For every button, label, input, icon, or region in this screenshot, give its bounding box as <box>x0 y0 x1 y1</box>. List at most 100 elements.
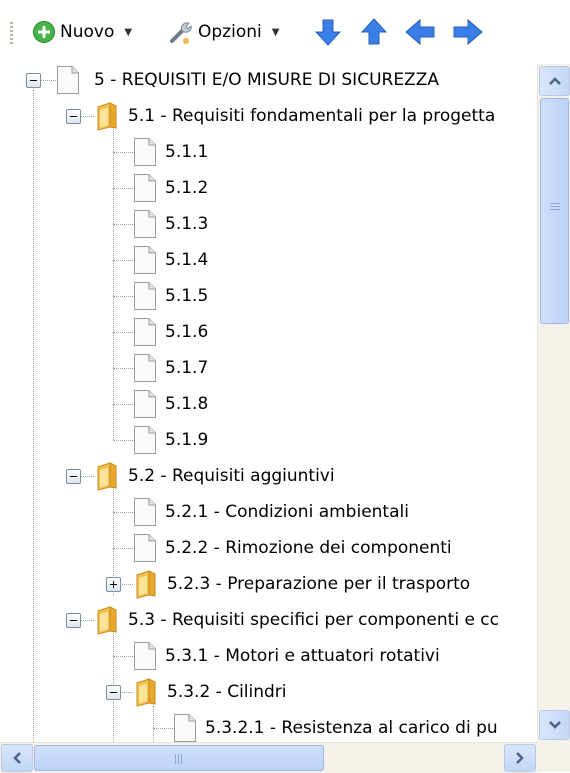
scroll-left-button[interactable] <box>1 744 33 772</box>
document-icon <box>134 246 156 274</box>
tree-node-label: 5.1.7 <box>165 358 209 378</box>
chevron-down-icon <box>548 721 561 729</box>
document-icon <box>134 390 156 418</box>
chevron-right-icon <box>516 752 524 764</box>
wrench-icon <box>170 22 192 44</box>
chevron-up-icon <box>548 77 561 85</box>
scroll-right-button[interactable] <box>504 744 536 772</box>
tree-connector <box>120 692 133 693</box>
document-icon <box>57 66 79 94</box>
tree-node-5-3-2-1[interactable]: 5.3.2.1 - Resistenza al carico di pu <box>173 710 498 744</box>
tree-node-5-2-1[interactable]: 5.2.1 - Condizioni ambientali <box>133 494 409 530</box>
move-up-button[interactable] <box>356 14 392 50</box>
tree-node-label: 5.2.1 - Condizioni ambientali <box>165 502 409 522</box>
vertical-scrollbar[interactable] <box>537 64 570 742</box>
tree-node-5-1-3[interactable]: 5.1.3 <box>133 206 208 242</box>
arrow-right-icon <box>453 18 483 46</box>
options-button-label: Opzioni <box>198 22 262 42</box>
tree-node-5-1-1[interactable]: 5.1.1 <box>133 134 208 170</box>
plus-circle-icon <box>33 21 55 43</box>
document-icon <box>134 498 156 526</box>
tree-connector <box>113 126 114 440</box>
document-icon <box>134 534 156 562</box>
tree-panel: 5 - REQUISITI E/O MISURE DI SICUREZZA 5.… <box>0 64 570 773</box>
folder-icon <box>97 606 117 635</box>
scrollbar-corner <box>537 742 570 772</box>
tree-node-5-1-4[interactable]: 5.1.4 <box>133 242 208 278</box>
new-dropdown-icon[interactable]: ▼ <box>124 27 132 38</box>
arrow-left-icon <box>405 18 435 46</box>
new-button-label: Nuovo <box>60 22 115 42</box>
tree-connector <box>113 440 133 441</box>
tree-node-label: 5.1.9 <box>165 430 209 450</box>
move-right-button[interactable] <box>450 14 486 50</box>
horizontal-scroll-thumb[interactable] <box>34 745 324 771</box>
toolbar-grip[interactable] <box>10 22 13 46</box>
tree-view: 5 - REQUISITI E/O MISURE DI SICUREZZA 5.… <box>0 64 537 744</box>
tree-node-label: 5.1.2 <box>165 178 209 198</box>
folder-icon <box>136 570 156 599</box>
move-left-button[interactable] <box>402 14 438 50</box>
tree-node-label: 5.3.2 - Cilindri <box>167 682 287 702</box>
new-button[interactable]: Nuovo ▼ <box>32 14 132 50</box>
collapse-toggle-5-1[interactable] <box>66 109 81 124</box>
tree-connector <box>113 404 133 405</box>
tree-node-5-2[interactable]: 5.2 - Requisiti aggiuntivi <box>94 458 335 494</box>
document-icon <box>134 354 156 382</box>
tree-node-5-1-8[interactable]: 5.1.8 <box>133 386 208 422</box>
move-down-button[interactable] <box>310 14 346 50</box>
tree-node-5-1-6[interactable]: 5.1.6 <box>133 314 208 350</box>
tree-connector <box>33 90 34 744</box>
document-icon <box>134 210 156 238</box>
tree-connector <box>113 656 133 657</box>
options-button[interactable]: Opzioni ▼ <box>168 14 279 50</box>
scroll-down-button[interactable] <box>539 710 570 740</box>
tree-node-5-2-2[interactable]: 5.2.2 - Rimozione dei componenti <box>133 530 452 566</box>
tree-node-5-1-2[interactable]: 5.1.2 <box>133 170 208 206</box>
document-icon <box>134 138 156 166</box>
tree-node-5-1-5[interactable]: 5.1.5 <box>133 278 208 314</box>
tree-node-5-1[interactable]: 5.1 - Requisiti fondamentali per la prog… <box>94 98 495 134</box>
tree-connector <box>113 512 133 513</box>
tree-node-label: 5.1.4 <box>165 250 209 270</box>
vertical-scroll-thumb[interactable] <box>540 98 569 324</box>
tree-connector <box>40 80 56 81</box>
toolbar: Nuovo ▼ Opzioni ▼ <box>0 0 570 64</box>
tree-connector <box>113 296 133 297</box>
tree-connector <box>113 368 133 369</box>
tree-connector <box>113 332 133 333</box>
chevron-left-icon <box>13 752 21 764</box>
tree-node-label: 5.2.3 - Preparazione per il trasporto <box>167 574 471 594</box>
tree-node-label: 5.1.5 <box>165 286 209 306</box>
tree-connector <box>113 152 133 153</box>
collapse-toggle-5-2[interactable] <box>66 469 81 484</box>
collapse-toggle-5-3[interactable] <box>66 613 81 628</box>
folder-icon <box>136 678 156 707</box>
document-icon <box>174 714 196 742</box>
expand-toggle-5-2-3[interactable] <box>106 577 121 592</box>
collapse-toggle-root[interactable] <box>26 73 41 88</box>
tree-node-root[interactable]: 5 - REQUISITI E/O MISURE DI SICUREZZA <box>56 64 439 98</box>
document-icon <box>134 174 156 202</box>
collapse-toggle-5-3-2[interactable] <box>106 685 121 700</box>
options-dropdown-icon[interactable]: ▼ <box>272 27 280 38</box>
tree-node-5-2-3[interactable]: 5.2.3 - Preparazione per il trasporto <box>133 566 470 602</box>
tree-node-label: 5.1 - Requisiti fondamentali per la prog… <box>128 106 496 126</box>
folder-icon <box>97 102 117 131</box>
tree-node-5-3-1[interactable]: 5.3.1 - Motori e attuatori rotativi <box>133 638 440 674</box>
tree-connector <box>113 260 133 261</box>
tree-node-label: 5.2.2 - Rimozione dei componenti <box>165 538 452 558</box>
tree-node-5-1-9[interactable]: 5.1.9 <box>133 422 208 458</box>
tree-connector <box>153 706 154 744</box>
horizontal-scrollbar[interactable] <box>0 742 537 773</box>
arrow-up-icon <box>360 18 388 45</box>
tree-node-label: 5.1.3 <box>165 214 209 234</box>
tree-node-5-1-7[interactable]: 5.1.7 <box>133 350 208 386</box>
scroll-up-button[interactable] <box>539 66 570 96</box>
tree-connector <box>113 548 133 549</box>
document-icon <box>134 642 156 670</box>
tree-node-label: 5.1.6 <box>165 322 209 342</box>
tree-node-5-3-2[interactable]: 5.3.2 - Cilindri <box>133 674 287 710</box>
tree-connector <box>113 224 133 225</box>
tree-node-5-3[interactable]: 5.3 - Requisiti specifici per componenti… <box>94 602 499 638</box>
